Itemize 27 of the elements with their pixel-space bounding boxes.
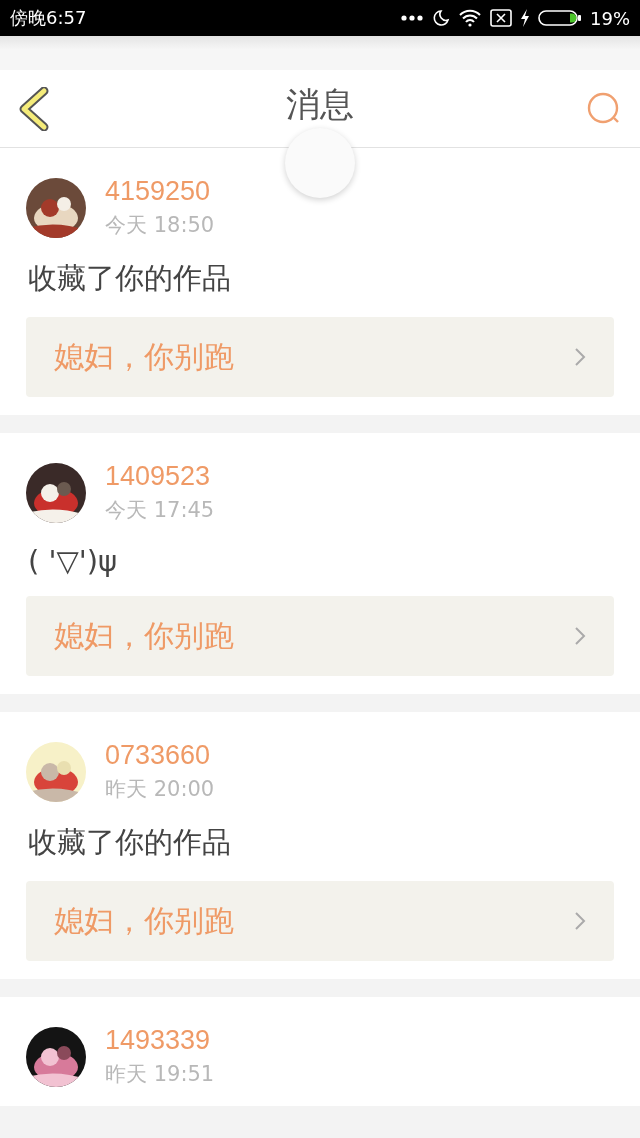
sim-card-icon <box>490 9 512 27</box>
user-id[interactable]: 0733660 <box>105 740 215 771</box>
message-time: 今天 18:50 <box>105 212 215 239</box>
user-id[interactable]: 4159250 <box>105 176 215 207</box>
page-title: 消息 <box>285 83 355 126</box>
back-icon[interactable] <box>18 86 50 131</box>
message-text: 收藏了你的作品 <box>28 260 232 297</box>
chevron-right-icon <box>574 626 586 646</box>
message-time: 昨天 19:51 <box>105 1061 215 1088</box>
chevron-right-icon <box>574 347 586 367</box>
charging-bolt-icon <box>520 9 530 27</box>
battery-icon <box>538 9 582 27</box>
work-link[interactable]: 媳妇，你别跑 <box>26 881 614 961</box>
wifi-icon <box>458 9 482 27</box>
chevron-right-icon <box>574 911 586 931</box>
more-dots-icon <box>400 14 424 22</box>
user-id[interactable]: 1493339 <box>105 1025 215 1056</box>
message-text: 收藏了你的作品 <box>28 824 232 861</box>
battery-percent: 19% <box>590 7 630 29</box>
work-link[interactable]: 媳妇，你别跑 <box>26 596 614 676</box>
user-id[interactable]: 1409523 <box>105 461 215 492</box>
message-text: ( '▽')ψ <box>28 544 119 578</box>
message-time: 今天 17:45 <box>105 497 215 524</box>
work-link[interactable]: 媳妇，你别跑 <box>26 317 614 397</box>
message-time: 昨天 20:00 <box>105 776 215 803</box>
moon-icon <box>432 9 450 27</box>
status-time: 傍晚6:57 <box>10 6 87 30</box>
